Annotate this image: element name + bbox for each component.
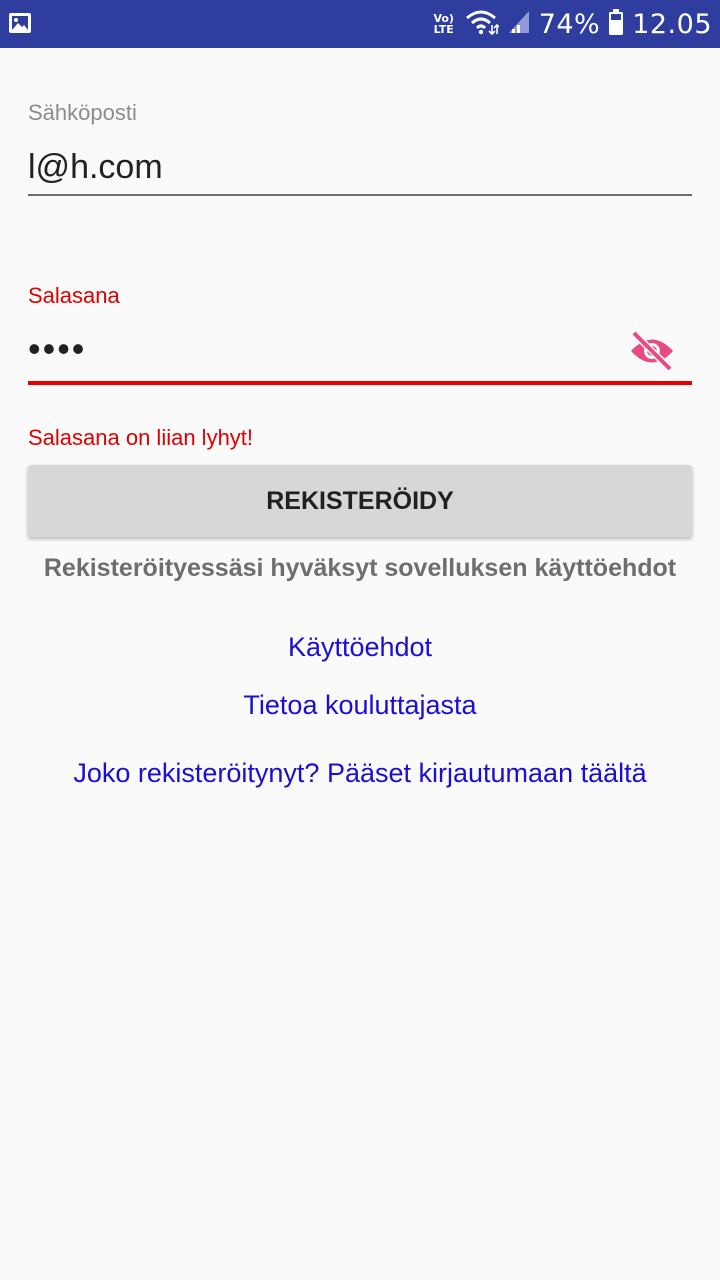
clock-time: 12.05 bbox=[632, 8, 712, 40]
wifi-icon bbox=[465, 8, 500, 40]
gallery-icon bbox=[8, 12, 32, 34]
volte-indicator: Vo) LTE bbox=[431, 13, 457, 35]
eye-off-icon bbox=[628, 330, 676, 376]
password-underline bbox=[28, 381, 692, 385]
terms-acceptance-note: Rekisteröityessäsi hyväksyt sovelluksen … bbox=[43, 554, 677, 582]
email-underline bbox=[28, 194, 692, 196]
battery-icon bbox=[608, 8, 624, 40]
password-visibility-toggle[interactable] bbox=[628, 330, 676, 372]
signal-icon bbox=[507, 9, 531, 39]
trainer-info-link[interactable]: Tietoa kouluttajasta bbox=[0, 690, 720, 721]
battery-percentage: 74% bbox=[538, 8, 601, 40]
status-right: Vo) LTE 74% 12.05 bbox=[431, 0, 712, 48]
status-bar: Vo) LTE 74% 12.05 bbox=[0, 0, 720, 48]
volte-bottom-label: LTE bbox=[433, 23, 454, 36]
login-link[interactable]: Joko rekisteröitynyt? Pääset kirjautumaa… bbox=[0, 758, 720, 789]
terms-link[interactable]: Käyttöehdot bbox=[0, 632, 720, 663]
email-label: Sähköposti bbox=[28, 100, 137, 125]
password-label: Salasana bbox=[28, 283, 120, 308]
password-field[interactable]: •••• bbox=[28, 328, 86, 370]
email-field[interactable]: l@h.com bbox=[28, 148, 163, 187]
register-button[interactable]: REKISTERÖIDY bbox=[28, 465, 692, 537]
password-error-message: Salasana on liian lyhyt! bbox=[28, 425, 254, 450]
